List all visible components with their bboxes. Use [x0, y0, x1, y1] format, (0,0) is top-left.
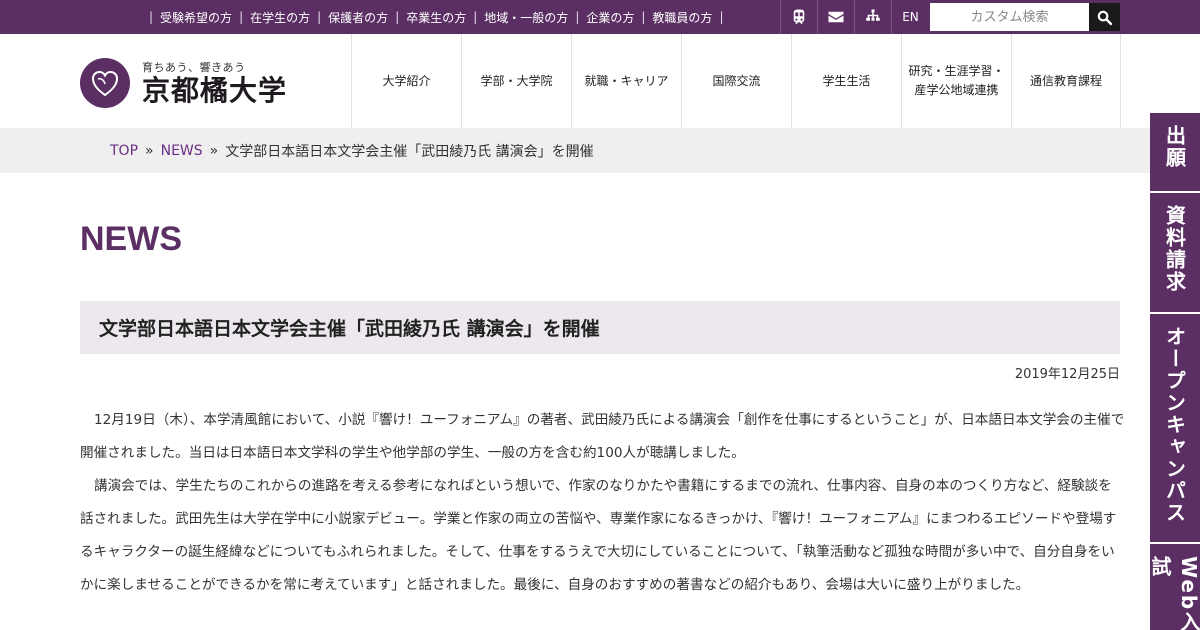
side-tab-apply[interactable]: 出願	[1150, 113, 1200, 191]
side-tab-request-materials[interactable]: 資料請求	[1150, 193, 1200, 312]
article-date: 2019年12月25日	[1014, 367, 1120, 382]
side-tabs: 出願 資料請求 オープンキャンパス Web入試	[1150, 113, 1200, 630]
audience-link-prospective[interactable]: 受験希望の方	[160, 9, 232, 26]
side-tab-web-exam[interactable]: Web入試	[1150, 544, 1200, 630]
english-link[interactable]: EN	[891, 0, 929, 34]
breadcrumb-arrow: »	[145, 142, 154, 159]
audience-link-companies[interactable]: 企業の方	[586, 9, 634, 26]
article-paragraph: 12月19日（木）、本学清風館において、小説『響け！ユーフォニアム』の著者、武田…	[80, 412, 1125, 461]
separator: |	[317, 10, 322, 24]
article-paragraph: 講演会では、学生たちのこれからの進路を考える参考になればという想いで、作家のなり…	[80, 478, 1117, 593]
nav-international[interactable]: 国際交流	[681, 34, 791, 128]
separator: |	[395, 10, 400, 24]
audience-link-staff[interactable]: 教職員の方	[652, 9, 712, 26]
sitemap-button[interactable]	[854, 0, 891, 34]
audience-link-alumni[interactable]: 卒業生の方	[406, 9, 466, 26]
search-icon	[1097, 10, 1113, 25]
page-title: NEWS	[80, 220, 182, 258]
global-nav: 大学紹介 学部・大学院 就職・キャリア 国際交流 学生生活 研究・生涯学習・ 産…	[351, 34, 1121, 128]
logo-text: 育ちあう、響きあう 京都橘大学	[142, 59, 287, 107]
nav-research[interactable]: 研究・生涯学習・ 産学公地域連携	[901, 34, 1011, 128]
search-input[interactable]	[930, 3, 1089, 31]
breadcrumb-current: 文学部日本語日本文学会主催「武田綾乃氏 講演会」を開催	[225, 143, 594, 160]
nav-faculties[interactable]: 学部・大学院	[461, 34, 571, 128]
separator: |	[719, 10, 724, 24]
article-title: 文学部日本語日本文学会主催「武田綾乃氏 講演会」を開催	[80, 301, 1120, 354]
breadcrumb-top[interactable]: TOP	[110, 143, 138, 159]
search-button[interactable]	[1089, 3, 1120, 31]
separator: |	[239, 10, 244, 24]
top-utility-bar: | 受験希望の方 | 在学生の方 | 保護者の方 | 卒業生の方 | 地域・一般…	[0, 0, 1200, 34]
mail-icon	[828, 11, 844, 23]
audience-link-community[interactable]: 地域・一般の方	[484, 9, 568, 26]
site-logo[interactable]: 育ちあう、響きあう 京都橘大学	[80, 58, 287, 108]
nav-career[interactable]: 就職・キャリア	[571, 34, 681, 128]
nav-correspondence[interactable]: 通信教育課程	[1011, 34, 1121, 128]
nav-student-life[interactable]: 学生生活	[791, 34, 901, 128]
access-button[interactable]	[780, 0, 817, 34]
separator: |	[575, 10, 580, 24]
side-tab-open-campus[interactable]: オープンキャンパス	[1150, 314, 1200, 542]
breadcrumb: TOP » NEWS » 文学部日本語日本文学会主催「武田綾乃氏 講演会」を開催	[0, 128, 1200, 173]
logo-tagline: 育ちあう、響きあう	[142, 61, 246, 74]
audience-links: | 受験希望の方 | 在学生の方 | 保護者の方 | 卒業生の方 | 地域・一般…	[142, 0, 730, 34]
contact-button[interactable]	[817, 0, 854, 34]
audience-link-parents[interactable]: 保護者の方	[328, 9, 388, 26]
logo-emblem-icon	[80, 58, 130, 108]
sitemap-icon	[866, 9, 880, 21]
train-icon	[793, 9, 805, 24]
breadcrumb-arrow: »	[209, 142, 219, 159]
logo-name: 京都橘大学	[142, 74, 288, 107]
site-header: 育ちあう、響きあう 京都橘大学 大学紹介 学部・大学院 就職・キャリア 国際交流…	[0, 34, 1200, 128]
breadcrumb-news[interactable]: NEWS	[161, 143, 203, 159]
nav-about[interactable]: 大学紹介	[351, 34, 461, 128]
separator: |	[473, 10, 478, 24]
separator: |	[149, 10, 154, 24]
utility-buttons: EN	[780, 0, 929, 34]
site-search	[930, 3, 1120, 31]
audience-link-students[interactable]: 在学生の方	[250, 9, 310, 26]
article-body: 12月19日（木）、本学清風館において、小説『響け！ユーフォニアム』の著者、武田…	[80, 404, 1125, 602]
separator: |	[641, 10, 646, 24]
